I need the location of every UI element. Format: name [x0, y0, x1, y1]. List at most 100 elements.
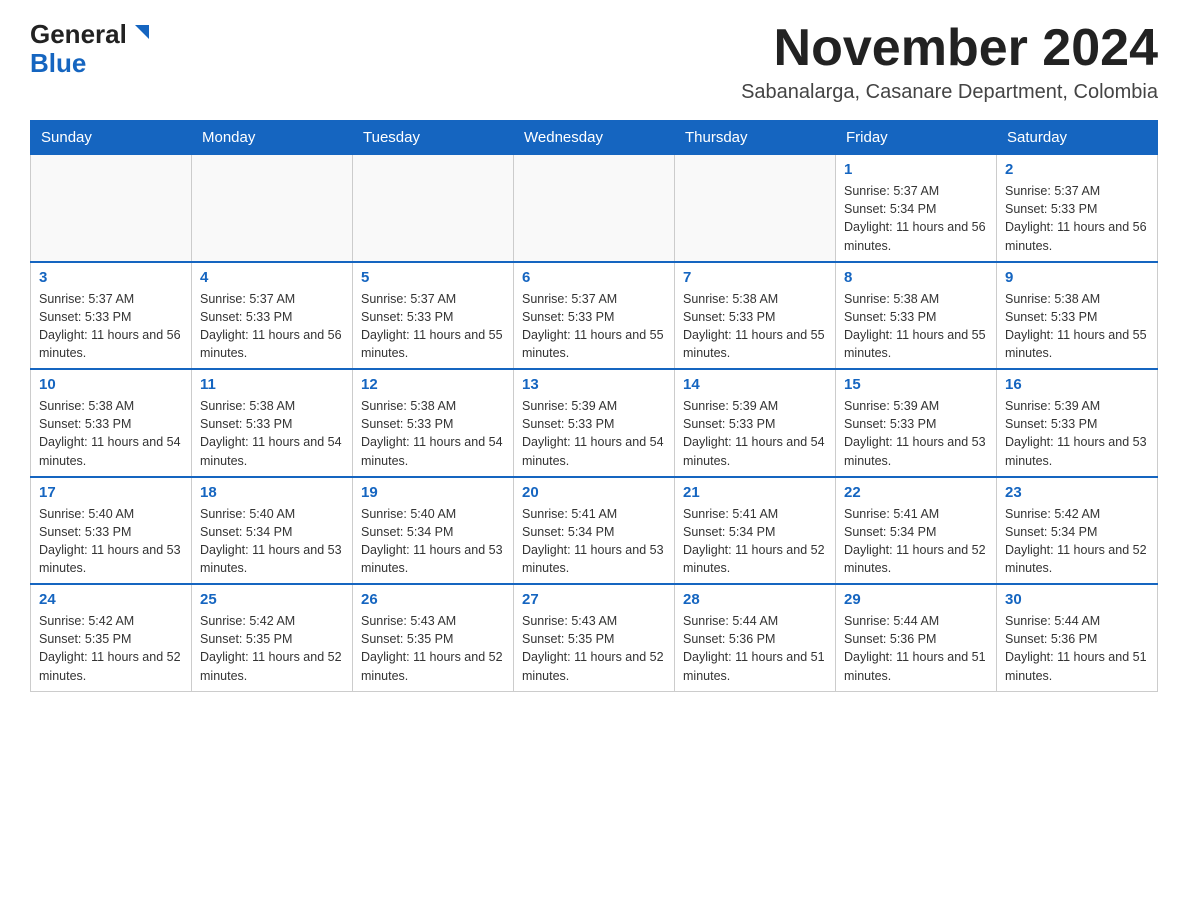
day-info: Sunrise: 5:43 AMSunset: 5:35 PMDaylight:… — [522, 612, 666, 685]
day-number: 17 — [39, 484, 183, 501]
day-number: 3 — [39, 269, 183, 286]
calendar-cell: 25Sunrise: 5:42 AMSunset: 5:35 PMDayligh… — [192, 584, 353, 691]
day-number: 10 — [39, 376, 183, 393]
calendar-cell: 16Sunrise: 5:39 AMSunset: 5:33 PMDayligh… — [997, 369, 1158, 477]
day-info: Sunrise: 5:37 AMSunset: 5:33 PMDaylight:… — [200, 290, 344, 363]
calendar-header-row: SundayMondayTuesdayWednesdayThursdayFrid… — [31, 121, 1158, 155]
day-of-week-header: Thursday — [675, 121, 836, 155]
day-number: 26 — [361, 591, 505, 608]
day-info: Sunrise: 5:38 AMSunset: 5:33 PMDaylight:… — [683, 290, 827, 363]
day-number: 16 — [1005, 376, 1149, 393]
day-info: Sunrise: 5:39 AMSunset: 5:33 PMDaylight:… — [522, 397, 666, 470]
calendar-cell: 1 Sunrise: 5:37 AMSunset: 5:34 PMDaylight… — [836, 155, 997, 262]
calendar-week-row: 3 Sunrise: 5:37 AMSunset: 5:33 PMDaylight… — [31, 262, 1158, 370]
calendar-cell — [192, 155, 353, 262]
calendar-week-row: 17 Sunrise: 5:40 AMSunset: 5:33 PMDayligh… — [31, 477, 1158, 585]
calendar-cell: 21 Sunrise: 5:41 AMSunset: 5:34 PMDayligh… — [675, 477, 836, 585]
day-info: Sunrise: 5:39 AMSunset: 5:33 PMDaylight:… — [683, 397, 827, 470]
month-title: November 2024 — [741, 20, 1158, 77]
day-info: Sunrise: 5:38 AMSunset: 5:33 PMDaylight:… — [361, 397, 505, 470]
calendar-week-row: 10 Sunrise: 5:38 AMSunset: 5:33 PMDayligh… — [31, 369, 1158, 477]
day-number: 7 — [683, 269, 827, 286]
day-info: Sunrise: 5:40 AMSunset: 5:34 PMDaylight:… — [361, 505, 505, 578]
day-number: 19 — [361, 484, 505, 501]
calendar-cell: 7 Sunrise: 5:38 AMSunset: 5:33 PMDaylight… — [675, 262, 836, 370]
calendar-cell: 22 Sunrise: 5:41 AMSunset: 5:34 PMDayligh… — [836, 477, 997, 585]
day-of-week-header: Wednesday — [514, 121, 675, 155]
day-number: 25 — [200, 591, 344, 608]
day-info: Sunrise: 5:44 AMSunset: 5:36 PMDaylight:… — [683, 612, 827, 685]
day-number: 30 — [1005, 591, 1149, 608]
day-number: 29 — [844, 591, 988, 608]
logo: General Blue — [30, 20, 151, 77]
page-header: General Blue November 2024 Sabanalarga, … — [30, 20, 1158, 104]
day-info: Sunrise: 5:40 AMSunset: 5:33 PMDaylight:… — [39, 505, 183, 578]
calendar-cell: 11Sunrise: 5:38 AMSunset: 5:33 PMDayligh… — [192, 369, 353, 477]
day-number: 9 — [1005, 269, 1149, 286]
calendar-cell — [31, 155, 192, 262]
calendar-cell: 6 Sunrise: 5:37 AMSunset: 5:33 PMDaylight… — [514, 262, 675, 370]
day-info: Sunrise: 5:44 AMSunset: 5:36 PMDaylight:… — [844, 612, 988, 685]
day-number: 23 — [1005, 484, 1149, 501]
day-number: 27 — [522, 591, 666, 608]
day-info: Sunrise: 5:42 AMSunset: 5:35 PMDaylight:… — [39, 612, 183, 685]
day-info: Sunrise: 5:43 AMSunset: 5:35 PMDaylight:… — [361, 612, 505, 685]
calendar-cell: 14 Sunrise: 5:39 AMSunset: 5:33 PMDayligh… — [675, 369, 836, 477]
day-info: Sunrise: 5:44 AMSunset: 5:36 PMDaylight:… — [1005, 612, 1149, 685]
day-info: Sunrise: 5:38 AMSunset: 5:33 PMDaylight:… — [1005, 290, 1149, 363]
calendar-cell: 15 Sunrise: 5:39 AMSunset: 5:33 PMDayligh… — [836, 369, 997, 477]
calendar-table: SundayMondayTuesdayWednesdayThursdayFrid… — [30, 120, 1158, 692]
day-info: Sunrise: 5:37 AMSunset: 5:34 PMDaylight:… — [844, 182, 988, 255]
day-number: 11 — [200, 376, 344, 393]
calendar-cell: 3 Sunrise: 5:37 AMSunset: 5:33 PMDaylight… — [31, 262, 192, 370]
day-info: Sunrise: 5:38 AMSunset: 5:33 PMDaylight:… — [844, 290, 988, 363]
day-number: 22 — [844, 484, 988, 501]
calendar-cell: 10 Sunrise: 5:38 AMSunset: 5:33 PMDayligh… — [31, 369, 192, 477]
calendar-cell: 13 Sunrise: 5:39 AMSunset: 5:33 PMDayligh… — [514, 369, 675, 477]
day-info: Sunrise: 5:41 AMSunset: 5:34 PMDaylight:… — [844, 505, 988, 578]
logo-blue-text: Blue — [30, 49, 86, 78]
day-number: 5 — [361, 269, 505, 286]
logo-general-text: General — [30, 20, 127, 49]
day-number: 6 — [522, 269, 666, 286]
calendar-cell: 5Sunrise: 5:37 AMSunset: 5:33 PMDaylight… — [353, 262, 514, 370]
logo-triangle-icon — [129, 21, 151, 43]
day-number: 4 — [200, 269, 344, 286]
calendar-cell — [353, 155, 514, 262]
calendar-cell: 29 Sunrise: 5:44 AMSunset: 5:36 PMDayligh… — [836, 584, 997, 691]
day-info: Sunrise: 5:37 AMSunset: 5:33 PMDaylight:… — [39, 290, 183, 363]
calendar-cell: 8Sunrise: 5:38 AMSunset: 5:33 PMDaylight… — [836, 262, 997, 370]
day-number: 14 — [683, 376, 827, 393]
day-number: 13 — [522, 376, 666, 393]
calendar-cell: 24 Sunrise: 5:42 AMSunset: 5:35 PMDayligh… — [31, 584, 192, 691]
calendar-week-row: 24 Sunrise: 5:42 AMSunset: 5:35 PMDayligh… — [31, 584, 1158, 691]
day-number: 15 — [844, 376, 988, 393]
day-info: Sunrise: 5:42 AMSunset: 5:34 PMDaylight:… — [1005, 505, 1149, 578]
day-of-week-header: Friday — [836, 121, 997, 155]
calendar-cell: 19 Sunrise: 5:40 AMSunset: 5:34 PMDayligh… — [353, 477, 514, 585]
calendar-cell — [514, 155, 675, 262]
calendar-cell: 30 Sunrise: 5:44 AMSunset: 5:36 PMDayligh… — [997, 584, 1158, 691]
day-number: 1 — [844, 161, 988, 178]
calendar-cell: 28 Sunrise: 5:44 AMSunset: 5:36 PMDayligh… — [675, 584, 836, 691]
day-info: Sunrise: 5:41 AMSunset: 5:34 PMDaylight:… — [683, 505, 827, 578]
calendar-cell: 18Sunrise: 5:40 AMSunset: 5:34 PMDayligh… — [192, 477, 353, 585]
day-of-week-header: Saturday — [997, 121, 1158, 155]
day-info: Sunrise: 5:38 AMSunset: 5:33 PMDaylight:… — [39, 397, 183, 470]
day-number: 18 — [200, 484, 344, 501]
calendar-cell: 20 Sunrise: 5:41 AMSunset: 5:34 PMDayligh… — [514, 477, 675, 585]
day-number: 20 — [522, 484, 666, 501]
calendar-cell: 9 Sunrise: 5:38 AMSunset: 5:33 PMDaylight… — [997, 262, 1158, 370]
day-number: 21 — [683, 484, 827, 501]
day-number: 24 — [39, 591, 183, 608]
day-info: Sunrise: 5:37 AMSunset: 5:33 PMDaylight:… — [522, 290, 666, 363]
calendar-cell: 2Sunrise: 5:37 AMSunset: 5:33 PMDaylight… — [997, 155, 1158, 262]
day-info: Sunrise: 5:41 AMSunset: 5:34 PMDaylight:… — [522, 505, 666, 578]
day-of-week-header: Sunday — [31, 121, 192, 155]
calendar-cell: 26 Sunrise: 5:43 AMSunset: 5:35 PMDayligh… — [353, 584, 514, 691]
calendar-cell: 17 Sunrise: 5:40 AMSunset: 5:33 PMDayligh… — [31, 477, 192, 585]
day-info: Sunrise: 5:39 AMSunset: 5:33 PMDaylight:… — [844, 397, 988, 470]
calendar-week-row: 1 Sunrise: 5:37 AMSunset: 5:34 PMDaylight… — [31, 155, 1158, 262]
day-info: Sunrise: 5:37 AMSunset: 5:33 PMDaylight:… — [1005, 182, 1149, 255]
day-number: 28 — [683, 591, 827, 608]
